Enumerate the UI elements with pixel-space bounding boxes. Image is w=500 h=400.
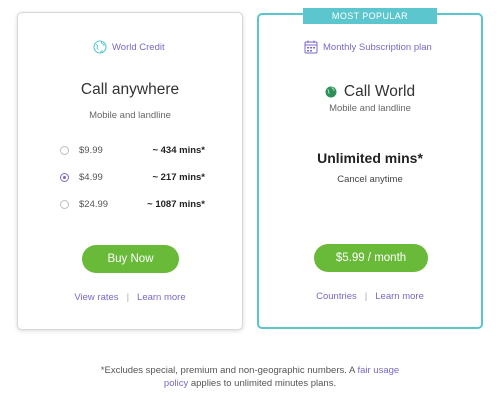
subscription-label: Monthly Subscription plan [323,41,432,53]
view-rates-link[interactable]: View rates [74,292,118,303]
credit-option-1[interactable]: $9.99 ~ 434 mins* [60,137,205,164]
calendar-icon [304,40,318,54]
subscription-card: Monthly Subscription plan Call World Mob… [257,13,483,329]
footnote: *Excludes special, premium and non-geogr… [0,364,500,390]
subscribe-button[interactable]: $5.99 / month [314,244,428,272]
link-separator: | [364,291,368,302]
credit-option-3[interactable]: $24.99 ~ 1087 mins* [60,191,205,218]
footnote-text: *Excludes special, premium and non-geogr… [100,365,355,376]
option-minutes: ~ 217 mins* [152,172,205,183]
most-popular-badge: MOST POPULAR [303,8,437,24]
option-price: $9.99 [79,145,103,156]
cancel-anytime-label: Cancel anytime [337,174,403,185]
fair-usage-link[interactable]: fair usage [357,365,399,376]
globe-icon [325,86,337,98]
plan-title-text: Call World [343,83,416,100]
radio-button[interactable] [60,200,69,209]
radio-button[interactable] [60,146,69,155]
link-separator: | [126,292,130,303]
world-credit-header: World Credit [93,40,165,54]
option-minutes: ~ 434 mins* [152,145,205,156]
world-credit-card: World Credit Call anywhere Mobile and la… [17,12,243,330]
plan-subtitle: Mobile and landline [329,103,411,114]
card-links: View rates | Learn more [18,292,242,303]
option-price: $4.99 [79,172,103,183]
card-links: Countries | Learn more [259,291,481,302]
credit-options: $9.99 ~ 434 mins* $4.99 ~ 217 mins* $24.… [60,137,205,218]
fair-usage-policy-link[interactable]: policy [164,378,188,389]
countries-link[interactable]: Countries [316,291,357,302]
globe-icon [93,40,107,54]
plan-subtitle: Mobile and landline [89,110,171,121]
learn-more-link[interactable]: Learn more [137,292,186,303]
world-credit-label: World Credit [112,41,165,53]
radio-button-selected[interactable] [60,173,69,182]
plan-title: Call World [259,83,481,101]
unlimited-mins-label: Unlimited mins* [317,150,423,166]
credit-option-2[interactable]: $4.99 ~ 217 mins* [60,164,205,191]
plan-title: Call anywhere [80,81,180,98]
buy-now-button[interactable]: Buy Now [82,245,179,273]
footnote-text-2: applies to unlimited minutes plans. [190,378,337,389]
option-price: $24.99 [79,199,109,210]
option-minutes: ~ 1087 mins* [147,199,205,210]
subscription-header: Monthly Subscription plan [304,40,432,54]
learn-more-link[interactable]: Learn more [375,291,424,302]
